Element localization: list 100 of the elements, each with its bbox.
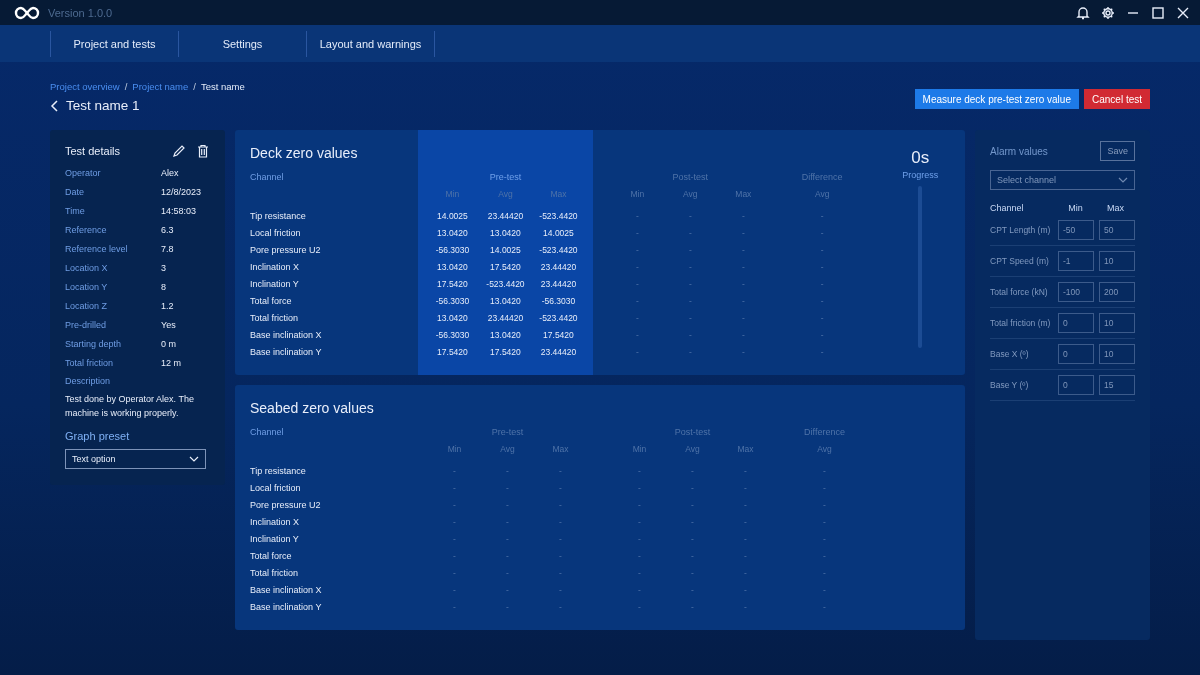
table-cell-text: -56.3030: [434, 295, 471, 308]
table-cell-text: -: [819, 261, 825, 274]
table-cell-text: 23.44420: [539, 278, 578, 291]
table-cell-text: 13.0420: [489, 295, 522, 308]
table-cell-text: -: [690, 516, 695, 529]
table-cell-text: -: [822, 516, 827, 529]
table-cell-text: -: [743, 482, 748, 495]
channel-name: Base Y (º): [990, 379, 1030, 391]
table-cell-text: -: [637, 601, 642, 614]
table-cell-text: -: [690, 584, 695, 597]
channel-name: Total force (kN): [990, 286, 1049, 298]
channel-name: Total force: [250, 295, 293, 308]
breadcrumb-link[interactable]: Project overview: [50, 81, 120, 92]
table-cell-text: -: [687, 329, 693, 342]
channel-name: Total friction: [250, 567, 300, 580]
field-label: Operator: [65, 167, 102, 178]
field-value: 12 m: [161, 357, 181, 368]
table-cell-text: 17.5420: [542, 329, 575, 342]
table-cell-text: 13.0420: [436, 227, 469, 240]
maximize-icon[interactable]: [1151, 5, 1165, 20]
breadcrumb-separator: /: [193, 81, 196, 92]
table-cell-text: -: [743, 499, 748, 512]
back-icon[interactable]: [50, 99, 60, 112]
column-header: Avg: [497, 188, 514, 201]
notification-bell-icon[interactable]: [1076, 5, 1090, 20]
table-cell-text: -: [634, 261, 640, 274]
table-cell-text: -: [690, 465, 695, 478]
table-cell-text: -: [505, 482, 510, 495]
table-cell-text: -: [743, 533, 748, 546]
table-cell-text: -: [819, 278, 825, 291]
table-cell-text: -: [740, 210, 746, 223]
channel-name: CPT Speed (m): [990, 255, 1050, 267]
channel-name: Base inclination Y: [250, 346, 323, 359]
table-cell-text: -: [819, 295, 825, 308]
table-cell-text: -: [743, 516, 748, 529]
column-header: Channel: [250, 426, 285, 439]
table-cell-text: -: [452, 584, 457, 597]
column-header: Channel: [250, 171, 285, 184]
column-header: Avg: [499, 443, 516, 456]
field-value: 6.3: [161, 224, 174, 235]
table-cell-text: -: [743, 584, 748, 597]
table-cell-text: -: [822, 482, 827, 495]
field-value: 7.8: [161, 243, 174, 254]
field-value: 0 m: [161, 338, 176, 349]
channel-name: Inclination X: [250, 516, 301, 529]
table-cell-text: -: [743, 567, 748, 580]
table-cell-text: -: [558, 516, 563, 529]
table-cell-text: -: [637, 499, 642, 512]
table-cell-text: -: [505, 499, 510, 512]
column-header: Channel: [990, 203, 1025, 213]
breadcrumb-link[interactable]: Project name: [132, 81, 189, 92]
table-cell-text: 13.0420: [489, 227, 522, 240]
channel-name: Inclination Y: [250, 278, 300, 291]
cancel-button[interactable]: Cancel test: [1083, 89, 1150, 109]
table-cell-text: -: [740, 244, 746, 257]
table-cell-text: -: [687, 346, 693, 359]
table-cell-text: -56.3030: [434, 244, 471, 257]
edit-icon[interactable]: [172, 144, 186, 158]
table-cell-text: 23.44420: [486, 210, 525, 223]
table-cell-text: -: [637, 584, 642, 597]
section-label: Graph preset: [65, 430, 131, 442]
column-group-header: Pre-test: [488, 171, 523, 184]
table-cell-text: -: [637, 482, 642, 495]
channel-name: Base inclination X: [250, 584, 323, 597]
table-cell-text: 14.0025: [436, 210, 469, 223]
table-cell-text: -: [743, 465, 748, 478]
settings-icon[interactable]: [1101, 5, 1115, 20]
table-cell-text: -: [822, 465, 827, 478]
close-icon[interactable]: [1176, 5, 1190, 20]
table-cell-text: -: [558, 550, 563, 563]
table-cell-text: -: [558, 499, 563, 512]
field-label: Reference: [65, 224, 108, 235]
table-cell-text: -: [740, 278, 746, 291]
table-cell-text: -: [819, 227, 825, 240]
field-label: Description: [65, 375, 112, 388]
column-header: Avg: [813, 188, 831, 201]
delete-icon[interactable]: [196, 144, 210, 158]
table-cell-text: -: [452, 533, 457, 546]
table-cell-text: 13.0420: [436, 312, 469, 325]
table-cell-text: -: [690, 567, 695, 580]
preset-dropdown[interactable]: Text option: [65, 449, 206, 469]
table-cell-text: -: [637, 567, 642, 580]
column-group-header: Difference: [800, 171, 844, 184]
table-cell-text: -: [740, 329, 746, 342]
description-text: Test done by Operator Alex. The machine is working properly.: [65, 393, 195, 420]
table-cell-text: -: [819, 329, 825, 342]
table-cell-text: 17.5420: [436, 278, 469, 291]
field-value: 14:58:03: [161, 205, 197, 216]
channel-name: Local friction: [250, 227, 302, 240]
table-cell-text: -: [740, 227, 746, 240]
measure-button[interactable]: Measure deck pre-test zero value: [914, 89, 1079, 109]
column-header: Avg: [682, 188, 699, 201]
table-cell-text: -56.3030: [540, 295, 577, 308]
table-cell-text: -: [740, 295, 746, 308]
table-cell-text: -: [634, 346, 640, 359]
table-cell-text: -: [634, 244, 640, 257]
table-cell-text: -: [690, 482, 695, 495]
nav-tab[interactable]: Project and tests: [50, 30, 178, 57]
table-cell-text: -: [505, 550, 510, 563]
nav-tab[interactable]: Settings: [178, 30, 306, 57]
